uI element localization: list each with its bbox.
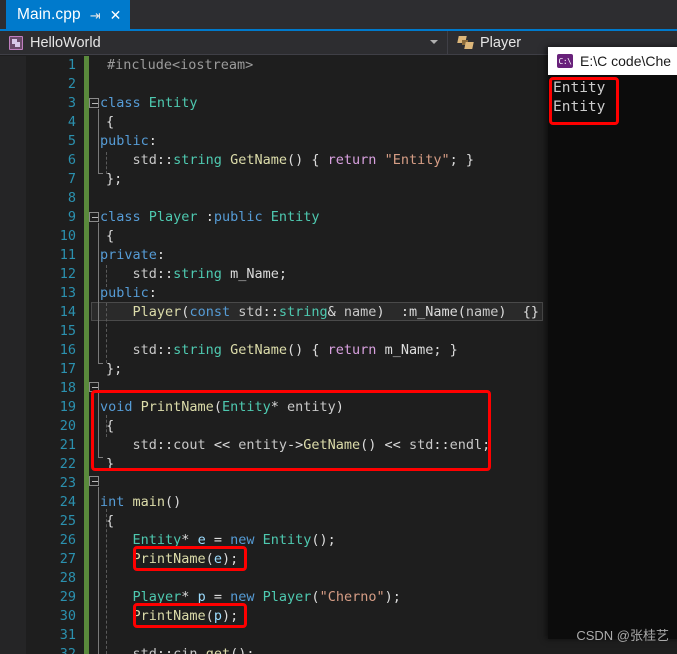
code-line-9: class Player :public Entity — [100, 209, 320, 225]
editor-selection-margin — [0, 56, 26, 654]
line-number: 9 — [67, 209, 76, 225]
code-line-32: std::cin.get(); — [132, 646, 255, 654]
code-line-26: Entity* e = new Entity(); — [132, 532, 336, 548]
fold-toggle-class-entity[interactable] — [89, 98, 99, 108]
line-number: 12 — [59, 266, 76, 282]
brace-guide-player — [98, 223, 99, 363]
code-line-5: public: — [100, 133, 157, 149]
line-number: 19 — [59, 399, 76, 415]
line-number: 30 — [59, 608, 76, 624]
line-number: 28 — [59, 570, 76, 586]
line-number: 4 — [67, 114, 76, 130]
line-number: 5 — [67, 133, 76, 149]
project-icon — [9, 35, 23, 50]
code-line-11: private: — [100, 247, 166, 263]
line-number: 8 — [67, 190, 76, 206]
line-number: 16 — [59, 342, 76, 358]
console-output: Entity Entity — [548, 75, 677, 639]
line-number: 18 — [59, 380, 76, 396]
console-window[interactable]: C:\ E:\C code\Che Entity Entity — [548, 47, 677, 639]
code-line-3: class Entity — [100, 95, 198, 111]
class-icon — [457, 36, 474, 49]
brace-guide-foot-entity — [98, 173, 103, 174]
console-output-line: Entity — [553, 99, 606, 115]
code-line-13: public: — [100, 285, 157, 301]
brace-guide-foot-printname — [98, 457, 103, 458]
csdn-watermark: CSDN @张桂艺 — [576, 628, 669, 643]
code-line-24: int main() — [100, 494, 182, 510]
console-title-label: E:\C code\Che — [580, 53, 672, 69]
brace-guide-foot-player — [98, 363, 103, 364]
code-line-1: #include<iostream> — [107, 57, 254, 73]
project-dropdown[interactable]: HelloWorld — [0, 30, 448, 55]
code-line-12: std::string m_Name; — [132, 266, 287, 282]
pin-icon[interactable]: ⇥ — [90, 9, 101, 22]
brace-guide-printname — [98, 393, 99, 457]
code-line-19: void PrintName(Entity* entity) — [100, 399, 344, 415]
line-number: 23 — [59, 475, 76, 491]
line-number: 22 — [59, 456, 76, 472]
line-number: 24 — [59, 494, 76, 510]
code-line-29: Player* p = new Player("Cherno"); — [132, 589, 401, 605]
code-line-7: }; — [106, 171, 123, 187]
line-number: 17 — [59, 361, 76, 377]
line-number: 21 — [59, 437, 76, 453]
code-line-4: { — [106, 114, 115, 130]
line-number: 31 — [59, 627, 76, 643]
line-number: 14 — [59, 304, 76, 320]
visual-studio-window: Main.cpp ⇥ ✕ HelloWorld Player 123456789… — [0, 0, 677, 654]
brace-guide-main — [98, 487, 99, 654]
line-number: 11 — [59, 247, 76, 263]
console-icon: C:\ — [557, 54, 573, 68]
line-number: 13 — [59, 285, 76, 301]
brace-guide-entity — [98, 109, 99, 173]
fold-toggle-class-player[interactable] — [89, 212, 99, 222]
chevron-down-icon[interactable] — [430, 39, 438, 44]
tab-label: Main.cpp — [17, 6, 81, 24]
fold-toggle-main[interactable] — [89, 476, 99, 486]
tab-main-cpp[interactable]: Main.cpp ⇥ ✕ — [6, 0, 131, 30]
line-number: 1 — [67, 57, 76, 73]
line-number: 15 — [59, 323, 76, 339]
code-line-20: { — [106, 418, 115, 434]
console-output-line: Entity — [553, 80, 606, 96]
code-line-14: Player(const std::string& name) :m_Name(… — [132, 304, 540, 320]
fold-toggle-printname[interactable] — [89, 382, 99, 392]
member-label: Player — [480, 34, 522, 51]
line-number: 26 — [59, 532, 76, 548]
console-title-bar[interactable]: C:\ E:\C code\Che — [548, 47, 677, 75]
line-number: 25 — [59, 513, 76, 529]
line-number: 6 — [67, 152, 76, 168]
code-line-22: } — [106, 456, 115, 472]
line-number: 20 — [59, 418, 76, 434]
close-icon[interactable]: ✕ — [110, 8, 122, 22]
line-number: 2 — [67, 76, 76, 92]
code-line-17: }; — [106, 361, 123, 377]
code-line-16: std::string GetName() { return m_Name; } — [132, 342, 458, 358]
code-line-10: { — [106, 228, 115, 244]
code-line-27: PrintName(e); — [132, 551, 239, 567]
line-number: 32 — [59, 646, 76, 654]
code-line-25: { — [106, 513, 115, 529]
project-label: HelloWorld — [30, 34, 101, 51]
line-number: 3 — [67, 95, 76, 111]
code-line-6: std::string GetName() { return "Entity";… — [132, 152, 474, 168]
line-number: 10 — [59, 228, 76, 244]
line-number: 7 — [67, 171, 76, 187]
line-number-gutter: 1 2 3 4 5 6 7 8 9 10 11 12 13 14 15 16 17 18 19 20 21 22 23 24 2… — [26, 56, 82, 654]
code-line-30: PrintName(p); — [132, 608, 239, 624]
code-line-21: std::cout << entity->GetName() << std::e… — [132, 437, 491, 453]
line-number: 27 — [59, 551, 76, 567]
tab-strip: Main.cpp ⇥ ✕ — [0, 0, 677, 31]
line-number: 29 — [59, 589, 76, 605]
